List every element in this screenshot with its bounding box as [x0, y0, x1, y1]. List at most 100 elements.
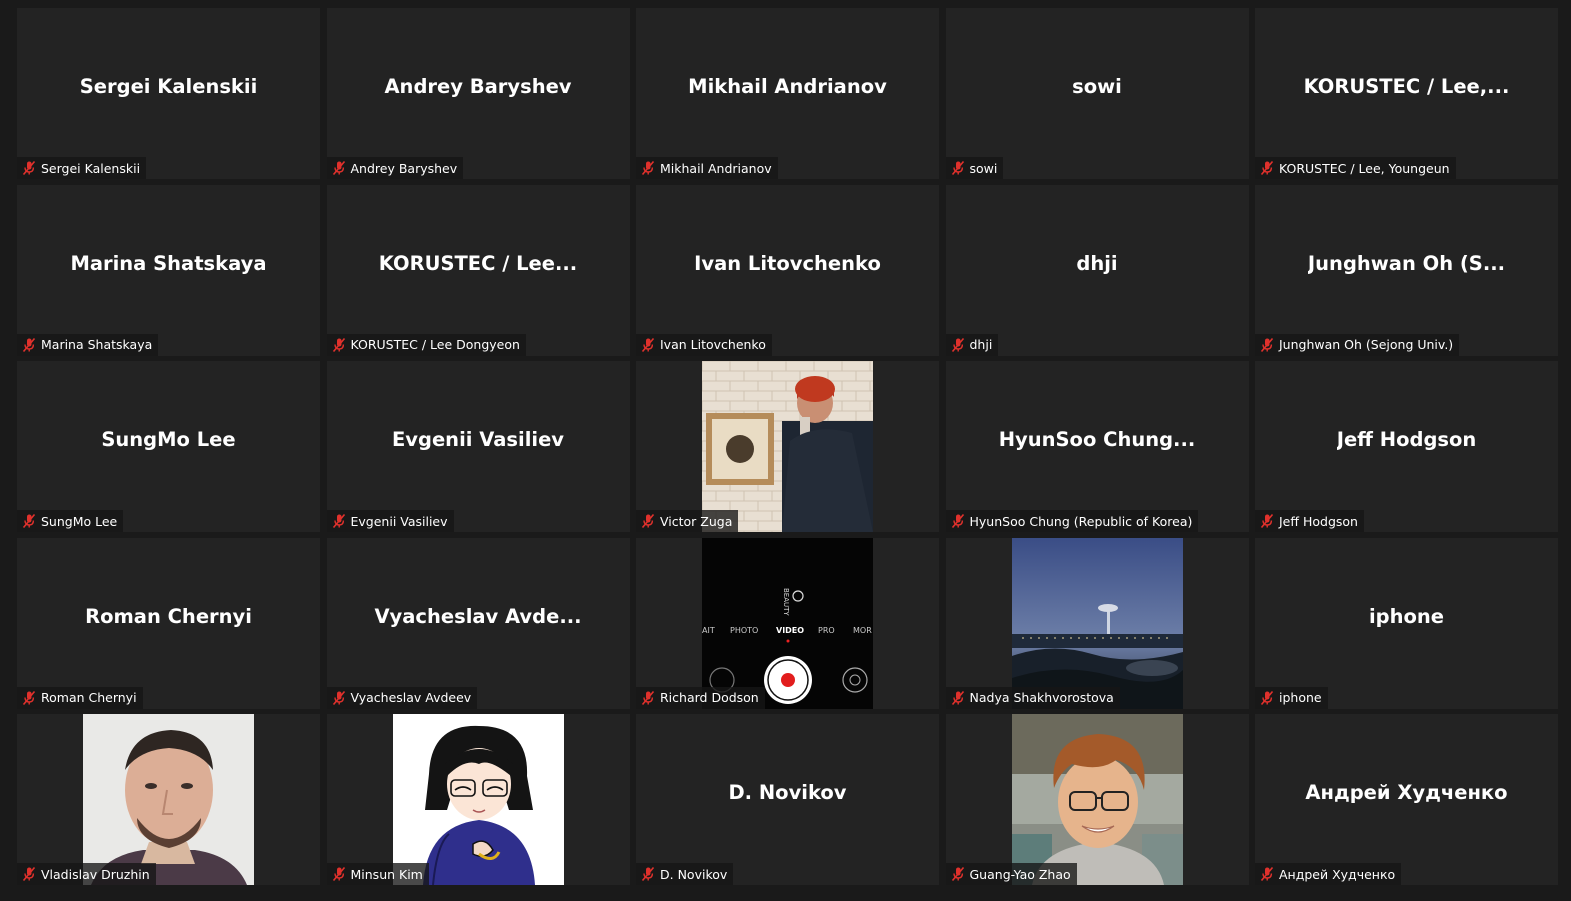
participant-name-label: SungMo Lee	[17, 510, 124, 532]
muted-microphone-icon	[1259, 513, 1275, 529]
participant-display-name: Junghwan Oh (S...	[1255, 185, 1558, 349]
participant-display-name: D. Novikov	[636, 714, 939, 878]
participant-name-text: SungMo Lee	[41, 513, 118, 529]
muted-microphone-icon	[21, 690, 37, 706]
participant-tile[interactable]: Victor Zuga	[636, 361, 939, 532]
participant-name-text: KORUSTEC / Lee, Youngeun	[1279, 160, 1450, 176]
participant-video	[392, 714, 564, 885]
svg-text:MOR: MOR	[853, 626, 872, 635]
participant-name-label: Roman Chernyi	[17, 686, 143, 709]
participant-name-label: Sergei Kalenskii	[17, 157, 147, 179]
muted-microphone-icon	[640, 513, 656, 529]
participant-name-text: KORUSTEC / Lee Dongyeon	[350, 337, 520, 352]
participant-name-label: Jeff Hodgson	[1255, 510, 1364, 532]
participant-name-text: D. Novikov	[660, 866, 728, 882]
participant-name-label: Mikhail Andrianov	[636, 157, 778, 179]
svg-text:BEAUTY: BEAUTY	[782, 588, 790, 616]
participant-tile[interactable]: KORUSTEC / Lee,... KORUSTEC / Lee, Young…	[1255, 8, 1558, 179]
participant-display-name-text: sowi	[1072, 75, 1122, 98]
participant-display-name: SungMo Lee	[17, 361, 320, 525]
muted-microphone-icon	[21, 866, 37, 882]
muted-microphone-icon	[1259, 866, 1275, 882]
participant-name-label: Vyacheslav Avdeev	[326, 686, 478, 709]
muted-microphone-icon	[331, 337, 347, 353]
participant-tile[interactable]: HyunSoo Chung... HyunSoo Chung (Republic…	[945, 361, 1249, 532]
participant-name-label: D. Novikov	[636, 863, 734, 885]
participant-display-name-text: SungMo Lee	[101, 428, 236, 451]
participant-tile[interactable]: Evgenii Vasiliev Evgenii Vasiliev	[326, 361, 630, 532]
muted-microphone-icon	[1259, 690, 1275, 706]
participant-name-text: Andrey Baryshev	[350, 160, 458, 176]
svg-text:PHOTO: PHOTO	[730, 626, 758, 635]
participant-display-name: dhji	[946, 185, 1249, 349]
participant-tile[interactable]: Junghwan Oh (S... Junghwan Oh (Sejong Un…	[1255, 184, 1558, 356]
participant-name-label: Minsun Kim	[326, 863, 429, 885]
participant-tile[interactable]: KORUSTEC / Lee... KORUSTEC / Lee Dongyeo…	[326, 184, 630, 356]
participant-display-name-text: dhji	[1076, 251, 1118, 275]
participant-tile[interactable]: Vyacheslav Avde... Vyacheslav Avdeev	[326, 537, 630, 709]
participant-name-label: Андрей Худченко	[1255, 863, 1402, 885]
participant-name-label: KORUSTEC / Lee Dongyeon	[326, 333, 526, 356]
participant-tile[interactable]: D. Novikov D. Novikov	[636, 714, 939, 885]
participant-tile[interactable]: iphone iphone	[1255, 537, 1558, 709]
participant-name-label: sowi	[945, 157, 1004, 179]
participant-tile[interactable]: Sergei Kalenskii Sergei Kalenskii	[17, 8, 320, 179]
participant-name-text: sowi	[969, 160, 998, 176]
participant-tile[interactable]: SungMo Lee SungMo Lee	[17, 361, 320, 532]
muted-microphone-icon	[1259, 160, 1275, 176]
participant-tile[interactable]: sowi sowi	[945, 8, 1249, 179]
participant-tile[interactable]: Jeff Hodgson Jeff Hodgson	[1255, 361, 1558, 532]
participant-display-name: KORUSTEC / Lee,...	[1255, 8, 1558, 172]
participant-display-name: Evgenii Vasiliev	[327, 361, 630, 525]
muted-microphone-icon	[640, 160, 656, 176]
participant-tile[interactable]: Roman Chernyi Roman Chernyi	[17, 537, 320, 709]
participant-video	[1011, 537, 1183, 709]
participant-display-name-text: Vyacheslav Avde...	[374, 604, 582, 628]
participant-name-text: Junghwan Oh (Sejong Univ.)	[1279, 337, 1454, 352]
participant-tile[interactable]: Mikhail Andrianov Mikhail Andrianov	[636, 8, 939, 179]
participant-tile[interactable]: Andrey Baryshev Andrey Baryshev	[326, 8, 630, 179]
participant-name-text: Nadya Shakhvorostova	[969, 690, 1114, 705]
participant-display-name: Ivan Litovchenko	[636, 185, 939, 349]
muted-microphone-icon	[331, 513, 347, 529]
participant-name-text: Vyacheslav Avdeev	[350, 690, 472, 705]
participant-video	[83, 714, 254, 885]
participant-name-text: Richard Dodson	[660, 690, 759, 705]
participant-display-name: Andrey Baryshev	[327, 8, 630, 172]
participant-display-name-text: Sergei Kalenskii	[79, 75, 258, 98]
participant-display-name: Mikhail Andrianov	[636, 8, 939, 172]
participant-display-name-text: Junghwan Oh (S...	[1307, 251, 1506, 275]
participant-tile[interactable]: dhji dhji	[945, 184, 1249, 356]
muted-microphone-icon	[21, 337, 37, 353]
participant-name-label: Richard Dodson	[636, 686, 765, 709]
participant-display-name-text: iphone	[1368, 604, 1445, 628]
participant-tile[interactable]: Vladislav Druzhin	[17, 714, 320, 885]
participant-tile[interactable]: BEAUTY AIT PHOTO VIDEO PRO MOR Richard D…	[636, 537, 939, 709]
participant-name-label: HyunSoo Chung (Republic of Korea)	[945, 510, 1199, 532]
participant-display-name-text: Roman Chernyi	[85, 604, 252, 628]
participant-display-name: Андрей Худченко	[1255, 714, 1558, 878]
participant-tile[interactable]: Guang-Yao Zhao	[945, 714, 1249, 885]
participant-tile[interactable]: Marina Shatskaya Marina Shatskaya	[17, 184, 320, 356]
participant-name-text: Evgenii Vasiliev	[350, 513, 448, 529]
participant-video	[702, 361, 873, 532]
participant-display-name: HyunSoo Chung...	[946, 361, 1249, 525]
muted-microphone-icon	[331, 160, 347, 176]
muted-microphone-icon	[950, 513, 966, 529]
participant-name-label: Andrey Baryshev	[326, 157, 464, 179]
participant-tile[interactable]: Minsun Kim	[326, 714, 630, 885]
muted-microphone-icon	[640, 690, 656, 706]
participant-display-name-text: D. Novikov	[728, 781, 847, 804]
participant-display-name-text: Andrey Baryshev	[384, 75, 572, 98]
participant-tile[interactable]: Ivan Litovchenko Ivan Litovchenko	[636, 184, 939, 356]
participant-tile[interactable]: Андрей Худченко Андрей Худченко	[1255, 714, 1558, 885]
participant-name-label: Junghwan Oh (Sejong Univ.)	[1255, 333, 1460, 356]
participant-name-text: Ivan Litovchenko	[660, 337, 766, 352]
svg-text:PRO: PRO	[818, 626, 835, 635]
participant-gallery: Sergei Kalenskii Sergei Kalenskii Andrey …	[17, 8, 1558, 885]
muted-microphone-icon	[331, 690, 347, 706]
participant-display-name: sowi	[946, 8, 1249, 172]
participant-display-name-text: Evgenii Vasiliev	[391, 428, 565, 451]
muted-microphone-icon	[21, 160, 37, 176]
participant-tile[interactable]: Nadya Shakhvorostova	[945, 537, 1249, 709]
